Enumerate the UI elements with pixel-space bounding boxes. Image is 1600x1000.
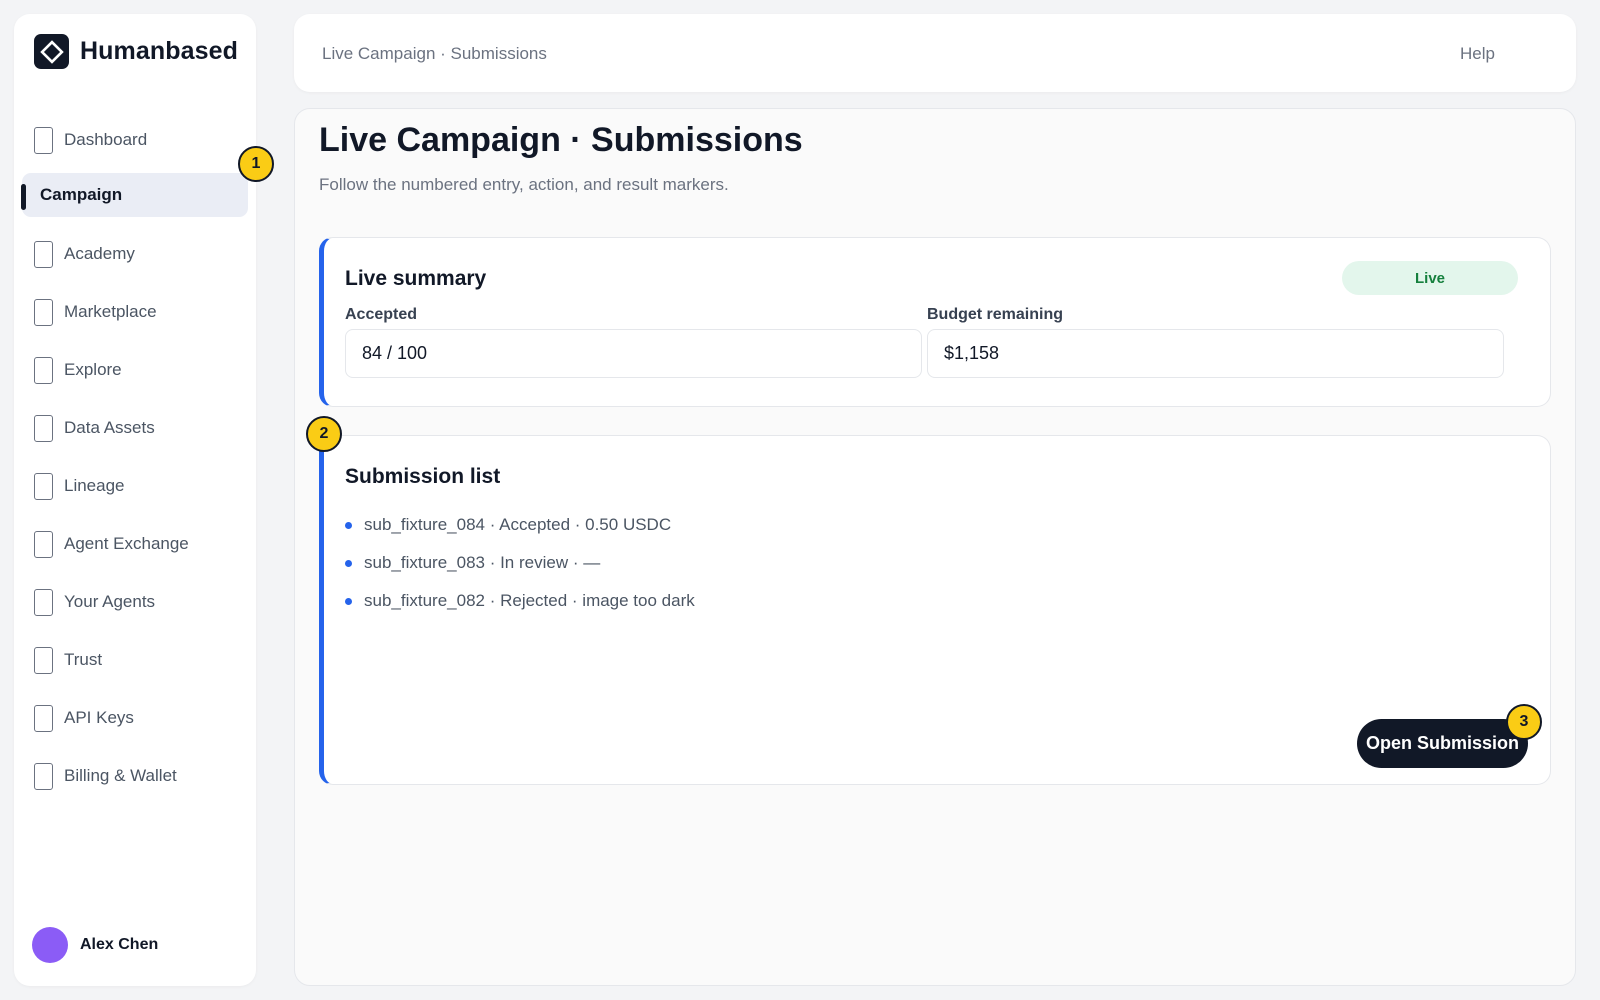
bullet-dot-icon bbox=[345, 521, 352, 529]
sidebar-item-label: Marketplace bbox=[64, 302, 157, 321]
avatar bbox=[32, 927, 68, 963]
sidebar-item-label: API Keys bbox=[64, 708, 134, 727]
top-bar: Live Campaign · Submissions Help bbox=[294, 14, 1576, 92]
sidebar-item-label: Dashboard bbox=[64, 130, 148, 149]
status-badge: Live bbox=[1342, 261, 1518, 295]
bullet-dot-icon bbox=[345, 597, 352, 605]
step-marker-2: 2 bbox=[306, 416, 342, 452]
page-icon bbox=[34, 356, 53, 384]
diamond-logo-icon bbox=[34, 34, 69, 69]
sidebar-item-explore[interactable]: Explore bbox=[22, 348, 248, 392]
list-item-text: sub_fixture_082 · Rejected · image too d… bbox=[364, 591, 695, 610]
page-icon bbox=[34, 530, 53, 558]
page-icon bbox=[34, 588, 53, 616]
page-subtitle: Follow the numbered entry, action, and r… bbox=[319, 175, 729, 194]
budget-label: Budget remaining bbox=[927, 306, 1064, 323]
page-icon bbox=[34, 646, 53, 674]
page-icon bbox=[34, 472, 53, 500]
sidebar-item-label: Lineage bbox=[64, 476, 125, 495]
sidebar-item-campaign[interactable]: Campaign bbox=[21, 173, 248, 217]
submission-list: sub_fixture_084 · Accepted · 0.50 USDC s… bbox=[345, 506, 695, 620]
card-title: Live summary bbox=[345, 267, 487, 290]
list-item-text: sub_fixture_084 · Accepted · 0.50 USDC bbox=[364, 515, 672, 534]
sidebar-item-lineage[interactable]: Lineage bbox=[22, 464, 248, 508]
list-item[interactable]: sub_fixture_083 · In review · — bbox=[345, 544, 695, 582]
sidebar-item-label: Campaign bbox=[40, 185, 123, 204]
page-icon bbox=[34, 298, 53, 326]
user-name: Alex Chen bbox=[80, 936, 159, 953]
sidebar-item-label: Your Agents bbox=[64, 592, 156, 611]
sidebar-item-academy[interactable]: Academy bbox=[22, 232, 248, 276]
live-summary-card: Live summary Live Accepted 84 / 100 Budg… bbox=[319, 237, 1551, 407]
sidebar-item-api-keys[interactable]: API Keys bbox=[22, 696, 248, 740]
sidebar-item-trust[interactable]: Trust bbox=[22, 638, 248, 682]
help-link[interactable]: Help bbox=[1460, 44, 1495, 64]
sidebar: Humanbased Dashboard Campaign Academy Ma… bbox=[14, 14, 256, 986]
page-icon bbox=[34, 704, 53, 732]
list-item-text: sub_fixture_083 · In review · — bbox=[364, 553, 601, 572]
sidebar-item-label: Explore bbox=[64, 360, 122, 379]
brand-name: Humanbased bbox=[80, 37, 238, 65]
page-icon bbox=[34, 762, 53, 790]
budget-field: $1,158 bbox=[927, 329, 1504, 378]
brand[interactable]: Humanbased bbox=[34, 34, 238, 69]
page-title: Live Campaign · Submissions bbox=[319, 121, 803, 159]
sidebar-item-label: Trust bbox=[64, 650, 103, 669]
card-title: Submission list bbox=[345, 465, 501, 488]
open-submission-button[interactable]: Open Submission bbox=[1357, 719, 1528, 768]
step-marker-1: 1 bbox=[238, 146, 274, 182]
sidebar-item-dashboard[interactable]: Dashboard bbox=[22, 118, 248, 162]
sidebar-item-agent-exchange[interactable]: Agent Exchange bbox=[22, 522, 248, 566]
sidebar-item-label: Billing & Wallet bbox=[64, 766, 177, 785]
accepted-field: 84 / 100 bbox=[345, 329, 922, 378]
sidebar-item-billing-wallet[interactable]: Billing & Wallet bbox=[22, 754, 248, 798]
page-icon bbox=[34, 126, 53, 154]
bullet-dot-icon bbox=[345, 559, 352, 567]
page-icon bbox=[34, 240, 53, 268]
submission-list-card: Submission list sub_fixture_084 · Accept… bbox=[319, 435, 1551, 785]
breadcrumb: Live Campaign · Submissions bbox=[322, 44, 547, 63]
sidebar-item-label: Academy bbox=[64, 244, 135, 263]
list-item[interactable]: sub_fixture_082 · Rejected · image too d… bbox=[345, 582, 695, 620]
sidebar-item-data-assets[interactable]: Data Assets bbox=[22, 406, 248, 450]
user-profile[interactable]: Alex Chen bbox=[32, 927, 158, 963]
sidebar-item-label: Data Assets bbox=[64, 418, 155, 437]
sidebar-item-marketplace[interactable]: Marketplace bbox=[22, 290, 248, 334]
sidebar-item-your-agents[interactable]: Your Agents bbox=[22, 580, 248, 624]
step-marker-3: 3 bbox=[1506, 704, 1542, 740]
list-item[interactable]: sub_fixture_084 · Accepted · 0.50 USDC bbox=[345, 506, 695, 544]
main-panel: Live Campaign · Submissions Follow the n… bbox=[294, 108, 1576, 986]
accepted-label: Accepted bbox=[345, 306, 418, 323]
page-icon bbox=[34, 414, 53, 442]
sidebar-item-label: Agent Exchange bbox=[64, 534, 189, 553]
